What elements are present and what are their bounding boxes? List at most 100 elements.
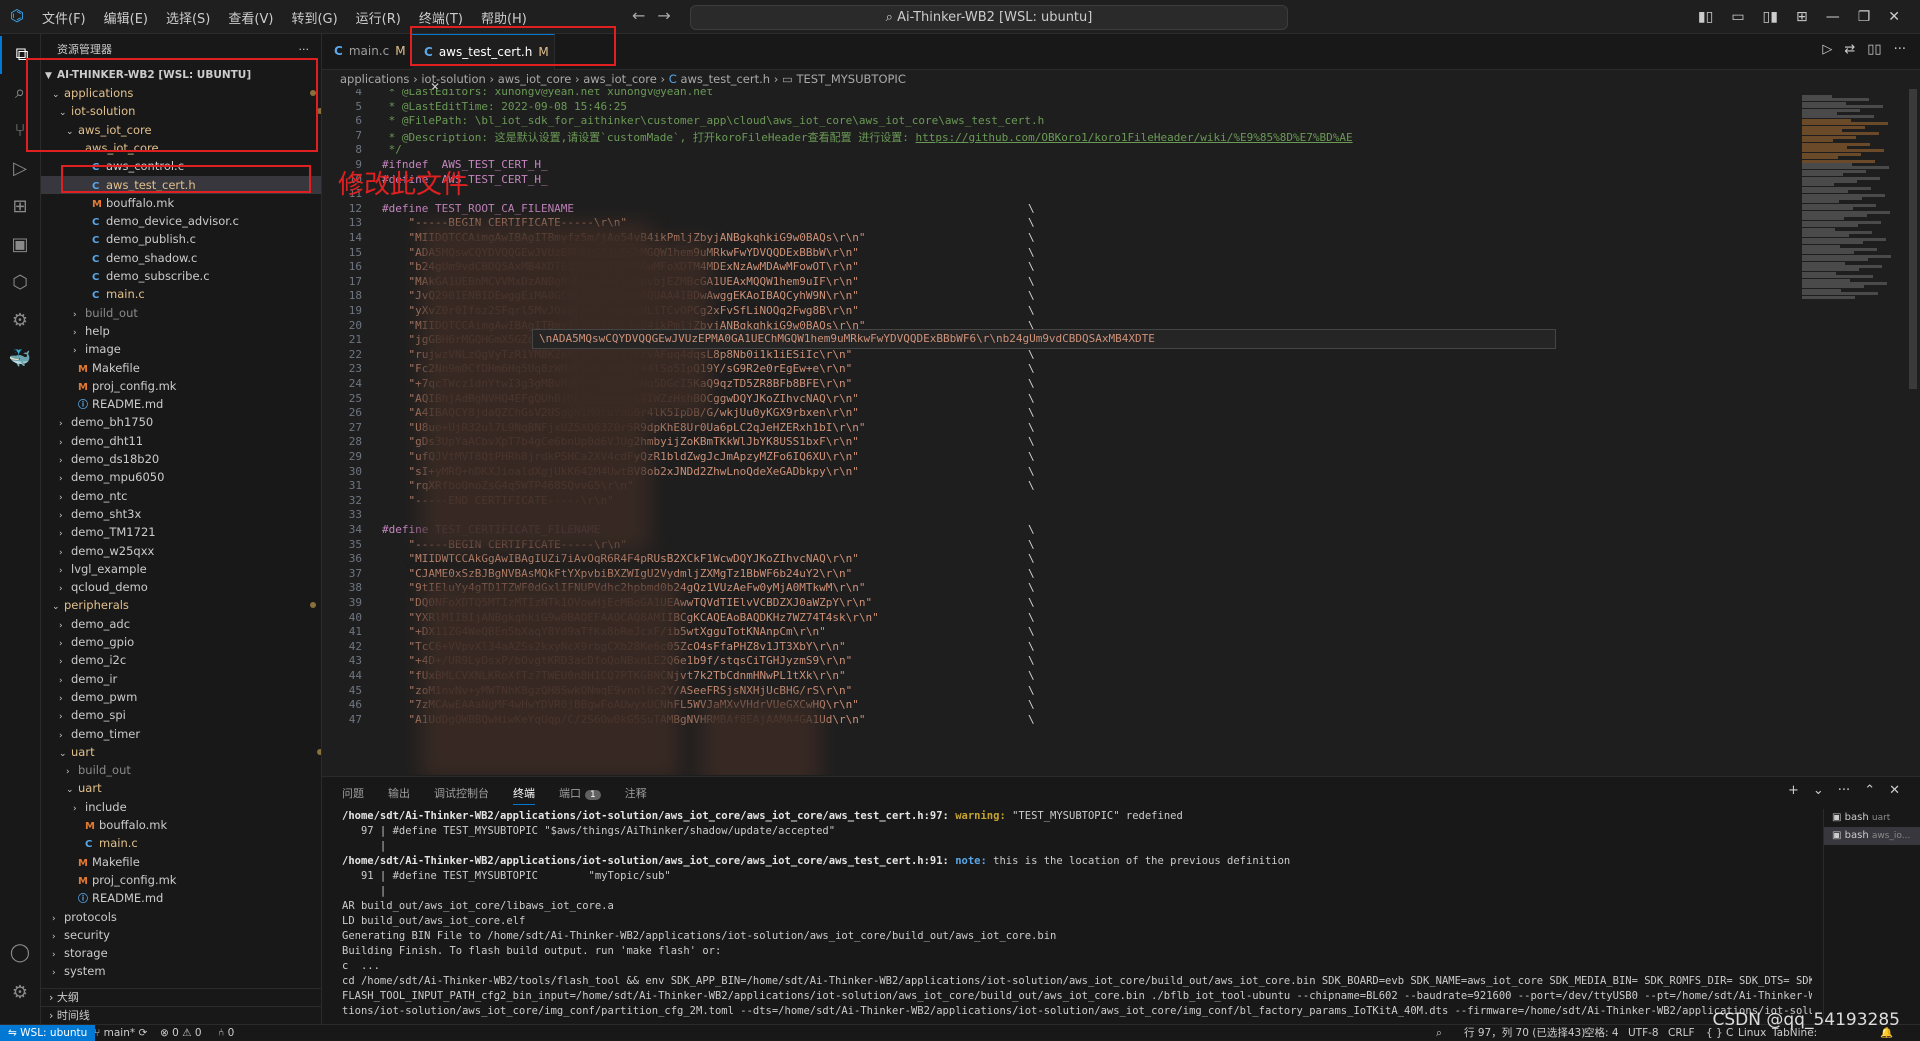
tab-main-c[interactable]: Cmain.c M (322, 34, 419, 69)
close-window-icon[interactable]: ✕ (1888, 9, 1900, 25)
tree-folder[interactable]: › demo_w25qxx (41, 542, 321, 560)
tree-folder[interactable]: › demo_pwm (41, 688, 321, 706)
code-link[interactable]: https://github.com/OBKoro1/koro1FileHead… (916, 131, 1353, 144)
tree-folder[interactable]: › qcloud_demo (41, 578, 321, 596)
more-actions-icon[interactable]: ··· (1894, 42, 1906, 57)
testing-icon[interactable]: ⬡ (0, 264, 40, 302)
command-center-search[interactable]: ⌕ Ai-Thinker-WB2 [WSL: ubuntu] (690, 5, 1288, 30)
menu-item[interactable]: 转到(G) (291, 8, 337, 27)
split-editor-icon[interactable]: ▯▯ (1867, 42, 1881, 57)
tree-folder[interactable]: › security (41, 926, 321, 944)
chevron-down-icon[interactable]: ⌄ (1813, 783, 1824, 798)
indent-indicator[interactable]: 空格: 4 (1584, 1025, 1619, 1041)
tree-folder[interactable]: › system (41, 962, 321, 980)
tree-file[interactable]: Cmain.cM (41, 285, 321, 303)
tree-folder[interactable]: › demo_adc (41, 615, 321, 633)
menu-item[interactable]: 选择(S) (166, 8, 210, 27)
toggle-sidebar-icon[interactable]: ▮▯ (1698, 9, 1713, 25)
tree-folder[interactable]: › build_out (41, 761, 321, 779)
panel-tab[interactable]: 问题 (342, 785, 364, 805)
panel-tab[interactable]: 端口 1 (559, 785, 601, 805)
tree-file[interactable]: Cdemo_shadow.c (41, 249, 321, 267)
problems-indicator[interactable]: ⊗ 0 ⚠ 0 (160, 1025, 202, 1041)
maximize-panel-icon[interactable]: ⌃ (1864, 783, 1875, 798)
tree-file[interactable]: Cdemo_publish.c (41, 230, 321, 248)
tree-folder[interactable]: › demo_i2c (41, 651, 321, 669)
menu-item[interactable]: 文件(F) (42, 8, 86, 27)
tree-file[interactable]: Mproj_config.mk (41, 871, 321, 889)
back-arrow-icon[interactable]: ← (632, 6, 645, 25)
menu-item[interactable]: 运行(R) (356, 8, 401, 27)
run-debug-icon[interactable]: ▷ (0, 150, 40, 188)
tree-folder[interactable]: › demo_timer (41, 725, 321, 743)
tree-folder[interactable]: ⌄ peripherals (41, 596, 321, 614)
tree-file[interactable]: M Makefile (41, 359, 321, 377)
tree-file[interactable]: Mbouffalo.mk (41, 194, 321, 212)
tree-folder[interactable]: › protocols (41, 908, 321, 926)
manage-gear-icon[interactable]: ⚙ (0, 974, 40, 1012)
remote-indicator[interactable]: ⇋ WSL: ubuntu (0, 1025, 96, 1041)
minimap[interactable] (1798, 89, 1906, 775)
tree-file[interactable]: Mbouffalo.mk (41, 816, 321, 834)
menu-item[interactable]: 终端(T) (419, 8, 463, 27)
terminal-output[interactable]: /home/sdt/Ai-Thinker-WB2/applications/io… (342, 809, 1812, 1023)
breadcrumb-item[interactable]: TEST_MYSUBTOPIC (797, 72, 906, 86)
panel-tab[interactable]: 输出 (388, 785, 410, 805)
tree-folder[interactable]: › demo_sht3x (41, 505, 321, 523)
customize-layout-icon[interactable]: ⊞ (1796, 9, 1808, 25)
tree-file[interactable]: M Makefile (41, 853, 321, 871)
tree-folder[interactable]: › demo_TM1721 (41, 523, 321, 541)
extensions-icon[interactable]: ⊞ (0, 188, 40, 226)
restore-icon[interactable]: ❐ (1858, 9, 1871, 25)
tree-file[interactable]: ⓘ README.md (41, 889, 321, 907)
tree-folder[interactable]: › demo_gpio (41, 633, 321, 651)
remote-explorer-icon[interactable]: ▣ (0, 226, 40, 264)
tree-folder[interactable]: › demo_mpu6050 (41, 468, 321, 486)
close-panel-icon[interactable]: ✕ (1889, 783, 1900, 798)
toggle-secondary-sidebar-icon[interactable]: ▯▮ (1763, 9, 1778, 25)
scrollbar-thumb[interactable] (1909, 89, 1917, 389)
new-terminal-icon[interactable]: + (1788, 783, 1799, 798)
tree-folder[interactable]: › demo_dht11 (41, 432, 321, 450)
menu-item[interactable]: 帮助(H) (481, 8, 527, 27)
tree-file[interactable]: ⓘ README.md (41, 395, 321, 413)
zoom-icon[interactable]: ⌕ (1436, 1025, 1442, 1041)
breadcrumb-item[interactable]: aws_test_cert.h (680, 72, 770, 86)
breadcrumb-item[interactable]: iot-solution (421, 72, 485, 86)
encoding-indicator[interactable]: UTF-8 (1628, 1025, 1659, 1041)
forward-arrow-icon[interactable]: → (657, 6, 670, 25)
tree-folder[interactable]: › demo_bh1750 (41, 413, 321, 431)
run-icon[interactable]: ▷ (1822, 42, 1832, 57)
breadcrumb-item[interactable]: aws_iot_core (583, 72, 657, 86)
tree-file[interactable]: Cmain.cM (41, 834, 321, 852)
terminal-instance[interactable]: ▣ bash aws_io... (1824, 827, 1920, 845)
tree-folder[interactable]: › demo_ds18b20 (41, 450, 321, 468)
menu-item[interactable]: 查看(V) (228, 8, 273, 27)
devices-icon[interactable]: ⚙ (0, 302, 40, 340)
tree-file[interactable]: Cdemo_subscribe.c (41, 267, 321, 285)
tree-folder[interactable]: › demo_ntc (41, 487, 321, 505)
outline-section[interactable]: › 大纲 (41, 988, 329, 1007)
tree-folder[interactable]: › lvgl_example (41, 560, 321, 578)
tree-folder[interactable]: ⌄ uart (41, 743, 321, 761)
panel-tab[interactable]: 调试控制台 (434, 785, 489, 805)
tree-folder[interactable]: › build_out (41, 304, 321, 322)
tree-folder[interactable]: › storage (41, 944, 321, 962)
tree-folder[interactable]: ⌄ uart (41, 779, 321, 797)
tree-folder[interactable]: › include (41, 798, 321, 816)
panel-tab[interactable]: 注释 (625, 785, 647, 805)
terminal-instance[interactable]: ▣ bash uart (1824, 809, 1920, 827)
eol-indicator[interactable]: CRLF (1668, 1025, 1695, 1041)
cursor-position[interactable]: 行 97，列 70 (已选择43) (1464, 1025, 1585, 1041)
ports-indicator[interactable]: ⑃ 0 (218, 1025, 234, 1041)
tree-file[interactable]: Mproj_config.mk (41, 377, 321, 395)
menu-item[interactable]: 编辑(E) (104, 8, 148, 27)
code-editor[interactable]: 4 * @LastEditors: xuhongv@yeah.net xuhon… (322, 89, 1798, 775)
breadcrumb-item[interactable]: applications (340, 72, 409, 86)
more-actions-icon[interactable]: ··· (1838, 783, 1850, 798)
breadcrumb-item[interactable]: aws_iot_core (498, 72, 572, 86)
editor-scrollbar[interactable] (1906, 89, 1920, 775)
docker-icon[interactable]: 🐳 (0, 340, 40, 378)
tree-file[interactable]: Cdemo_device_advisor.c (41, 212, 321, 230)
accounts-icon[interactable]: ◯ (0, 934, 40, 972)
